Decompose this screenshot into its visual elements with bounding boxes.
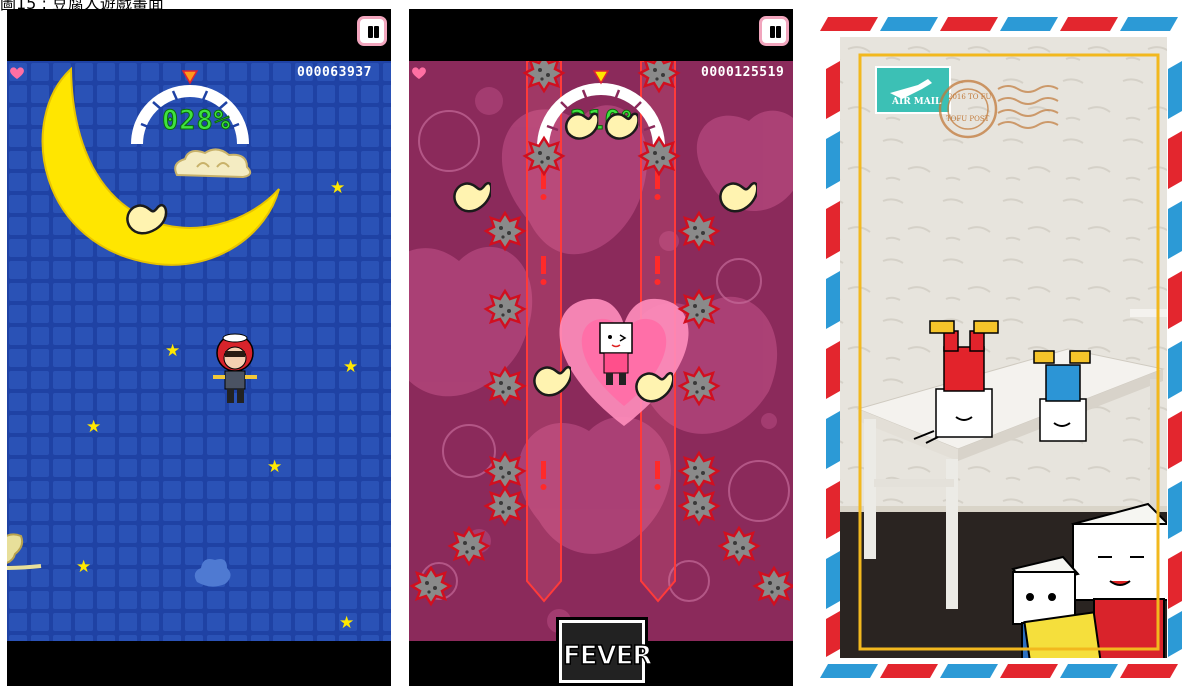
cloud-icon (7, 533, 42, 570)
star-icon: ★ (86, 417, 102, 437)
top-bar (409, 9, 793, 61)
player-character (213, 333, 257, 403)
pause-button[interactable] (759, 16, 789, 46)
star-icon: ★ (76, 557, 92, 577)
fever-panel: 210% 0000125519 FEVER (409, 9, 793, 686)
blue-cloud-icon (194, 559, 231, 587)
fever-label: FEVER (562, 640, 653, 672)
star-icon: ★ (267, 457, 283, 477)
pause-button[interactable] (357, 16, 387, 46)
stamp-label: AIR MAIL (892, 97, 942, 107)
postmark-line: 2016 TO FU (948, 93, 992, 101)
bean-item (126, 203, 168, 235)
star-icon: ★ (165, 341, 181, 361)
star-icon: ★ (330, 178, 346, 198)
night-sky-panel: 000063937 028% ★ ★ ★ ★ ★ ★ ★ (7, 9, 391, 686)
postmark-line: TOFU POST (946, 115, 990, 123)
postcard-scene (818, 9, 1189, 686)
score-counter: 000063937 (297, 65, 372, 80)
ar-postcard-panel: AIR MAIL 2016 TO FU TOFU POST (818, 9, 1189, 686)
star-icon: ★ (339, 613, 355, 633)
gauge-percentage: 028% (161, 105, 232, 137)
cloud-icon (174, 148, 252, 179)
star-icon: ★ (343, 357, 359, 377)
spiky-chestnut-obstacles (410, 61, 793, 606)
bottom-bar (7, 641, 391, 686)
